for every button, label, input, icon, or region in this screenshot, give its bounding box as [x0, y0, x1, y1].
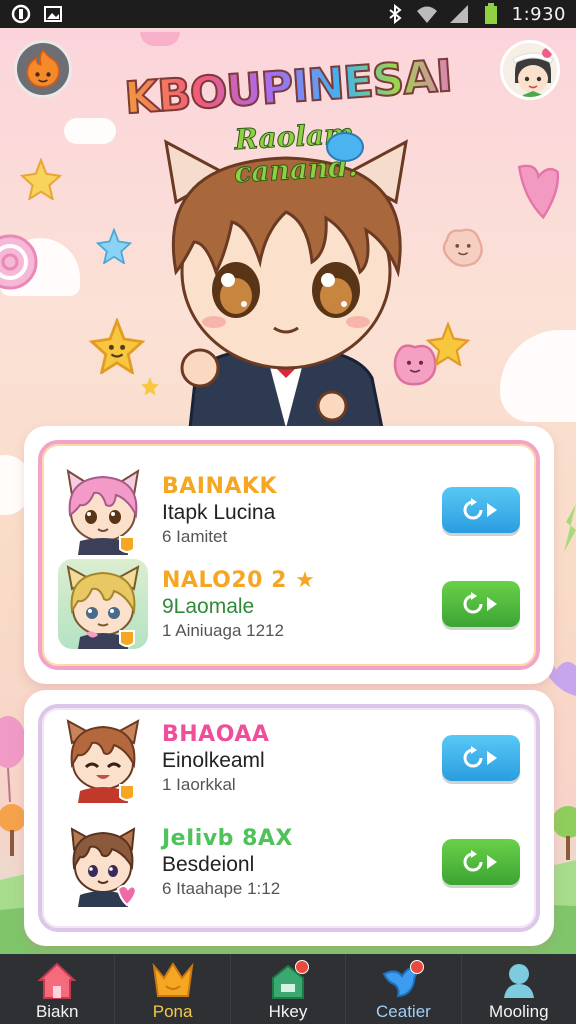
- circle-app-icon: [10, 3, 32, 25]
- character-name: 9Laomale: [162, 595, 255, 618]
- bottom-navigation: Biakn Pona Hkey Ceatier Mooling: [0, 954, 576, 1024]
- character-card: BAINAKK Itapk Lucina 6 Iamitet NALO20 2 …: [24, 426, 554, 684]
- character-entry[interactable]: BHAOAA Einolkeaml 1 Iaorkkal: [58, 708, 520, 808]
- avatar-icon: [503, 43, 557, 97]
- character-avatar: [58, 465, 148, 555]
- play-button[interactable]: [442, 839, 520, 885]
- character-name: Itapk Lucina: [162, 501, 276, 524]
- bird-icon: [380, 960, 426, 1000]
- nav-item-pona[interactable]: Pona: [115, 954, 231, 1024]
- character-card: BHAOAA Einolkeaml 1 Iaorkkal JeIivb 8AX …: [24, 690, 554, 946]
- swirl-lollipop-icon: [0, 234, 38, 290]
- nav-item-ceatier[interactable]: Ceatier: [346, 954, 462, 1024]
- crown-fox-icon: [152, 962, 194, 997]
- heart-icon: [517, 164, 560, 220]
- flame-icon: [26, 49, 60, 88]
- character-entry[interactable]: NALO20 2 ★ 9Laomale 1 Ainiuaga 1212: [58, 554, 520, 654]
- image-icon: [42, 3, 64, 25]
- status-bar: 1:930: [0, 0, 576, 28]
- character-name: Besdeionl: [162, 853, 255, 876]
- character-tag: NALO20 2 ★: [162, 567, 316, 593]
- nav-item-hkey[interactable]: Hkey: [231, 954, 347, 1024]
- character-entry[interactable]: JeIivb 8AX Besdeionl 6 Itaahape 1:12: [58, 812, 520, 912]
- blue-bubble-icon: [326, 132, 364, 162]
- character-info: BHAOAA Einolkeaml 1 Iaorkkal: [162, 721, 442, 796]
- cloud-decoration: [500, 330, 576, 422]
- character-icon: [503, 964, 534, 998]
- home-icon: [37, 962, 77, 999]
- nav-item-home[interactable]: Biakn: [0, 954, 116, 1024]
- character-tag: JeIivb 8AX: [162, 825, 293, 851]
- cookie-face-icon: [442, 228, 483, 267]
- character-entry[interactable]: BAINAKK Itapk Lucina 6 Iamitet: [58, 460, 520, 560]
- cloud-decoration: [64, 118, 116, 144]
- heart-icon: [140, 32, 180, 46]
- nav-label: Mooling: [489, 1002, 549, 1021]
- character-meta: 6 Iamitet: [162, 527, 228, 547]
- character-info: BAINAKK Itapk Lucina 6 Iamitet: [162, 473, 442, 548]
- nav-label: Hkey: [268, 1002, 308, 1021]
- character-avatar: [58, 559, 148, 649]
- character-avatar: [58, 817, 148, 907]
- replay-play-icon: [463, 498, 497, 520]
- star-icon: [96, 228, 132, 264]
- character-name: Einolkeaml: [162, 749, 265, 772]
- wifi-icon: [416, 3, 438, 25]
- star-icon: [564, 504, 576, 552]
- character-meta: 1 Ainiuaga 1212: [162, 621, 284, 641]
- character-tag: BHAOAA: [162, 721, 270, 747]
- character-meta: 1 Iaorkkal: [162, 775, 236, 795]
- nav-item-mooling[interactable]: Mooling: [462, 954, 576, 1024]
- character-tag: BAINAKK: [162, 473, 278, 499]
- play-button[interactable]: [442, 487, 520, 533]
- balloon-icon: [0, 716, 26, 802]
- battery-icon: [480, 3, 502, 25]
- nav-label: Ceatier: [376, 1002, 431, 1021]
- sparkle-star-icon: [20, 158, 62, 200]
- character-info: NALO20 2 ★ 9Laomale 1 Ainiuaga 1212: [162, 567, 442, 642]
- character-meta: 6 Itaahape 1:12: [162, 879, 281, 899]
- replay-play-icon: [463, 592, 497, 614]
- nav-label: Biakn: [35, 1002, 79, 1021]
- shop-house-icon: [265, 960, 311, 1000]
- nav-label: Pona: [152, 1002, 193, 1021]
- flame-mascot-button[interactable]: [14, 40, 72, 98]
- bluetooth-icon: [384, 3, 406, 25]
- character-info: JeIivb 8AX Besdeionl 6 Itaahape 1:12: [162, 825, 442, 900]
- signal-icon: [448, 3, 470, 25]
- replay-play-icon: [463, 746, 497, 768]
- character-avatar: [58, 713, 148, 803]
- notification-badge: [295, 960, 310, 974]
- profile-avatar-button[interactable]: [500, 40, 560, 100]
- app-subtitle: Raolam canand.: [233, 116, 359, 190]
- status-time: 1:930: [511, 3, 566, 25]
- replay-play-icon: [463, 850, 497, 872]
- play-button[interactable]: [442, 581, 520, 627]
- play-button[interactable]: [442, 735, 520, 781]
